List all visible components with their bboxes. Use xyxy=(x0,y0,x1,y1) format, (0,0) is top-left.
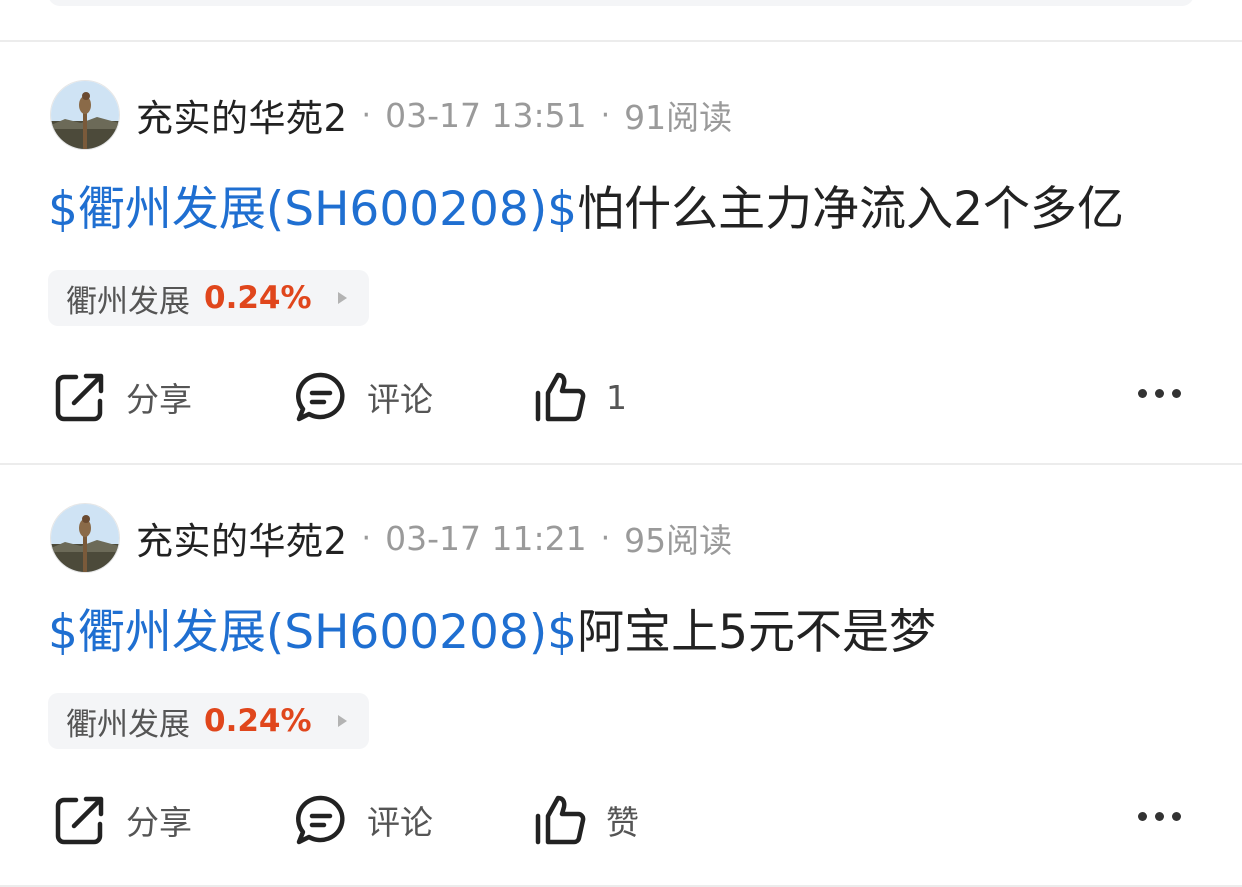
comment-label: 评论 xyxy=(367,380,433,419)
post-card[interactable]: 充实的华苑2 · 03-17 11:21 · 95阅读 $衢州发展(SH6002… xyxy=(0,465,1242,885)
share-label: 分享 xyxy=(126,380,192,419)
play-arrow-icon xyxy=(337,292,347,304)
stock-tag-name: 衢州发展 xyxy=(66,706,190,743)
comment-icon xyxy=(296,372,345,422)
comment-icon xyxy=(296,795,345,845)
stock-link[interactable]: $衢州发展(SH600208)$ xyxy=(48,605,577,660)
read-count: 91阅读 xyxy=(624,98,733,137)
share-label: 分享 xyxy=(126,803,192,842)
post-time: 03-17 13:51 xyxy=(385,95,587,135)
post-header: 充实的华苑2 · 03-17 11:21 · 95阅读 xyxy=(50,503,732,573)
post-header: 充实的华苑2 · 03-17 13:51 · 91阅读 xyxy=(50,80,732,150)
more-icon[interactable] xyxy=(1138,389,1181,398)
read-count: 95阅读 xyxy=(624,521,733,560)
share-icon xyxy=(55,796,104,845)
stock-tag-name: 衢州发展 xyxy=(66,283,190,320)
action-bar: 分享 评论 1 xyxy=(0,367,1242,427)
like-button[interactable]: 赞 xyxy=(532,790,639,850)
avatar[interactable] xyxy=(50,503,120,573)
stock-tag-change: 0.24% xyxy=(204,703,312,739)
stock-link[interactable]: $衢州发展(SH600208)$ xyxy=(48,182,577,237)
share-button[interactable]: 分享 xyxy=(52,790,192,850)
action-bar: 分享 评论 赞 xyxy=(0,790,1242,850)
meta-separator: · xyxy=(361,97,372,133)
comment-label: 评论 xyxy=(367,803,433,842)
like-count: 1 xyxy=(606,377,627,417)
post-card[interactable]: 充实的华苑2 · 03-17 13:51 · 91阅读 $衢州发展(SH6002… xyxy=(0,42,1242,462)
post-time: 03-17 11:21 xyxy=(385,518,587,558)
meta-separator: · xyxy=(600,97,611,133)
meta-separator: · xyxy=(361,520,372,556)
post-body-text: 阿宝上5元不是梦 xyxy=(577,605,936,660)
like-icon xyxy=(535,795,586,845)
stock-tag[interactable]: 衢州发展 0.24% xyxy=(48,693,369,749)
like-label: 赞 xyxy=(606,803,639,842)
post-content[interactable]: $衢州发展(SH600208)$阿宝上5元不是梦 xyxy=(48,603,936,663)
post-body-text: 怕什么主力净流入2个多亿 xyxy=(577,182,1124,237)
meta-separator: · xyxy=(600,520,611,556)
play-arrow-icon xyxy=(337,715,347,727)
stock-tag-change: 0.24% xyxy=(204,280,312,316)
previous-card-bottom xyxy=(48,0,1194,6)
share-button[interactable]: 分享 xyxy=(52,367,192,427)
like-button[interactable]: 1 xyxy=(532,367,627,427)
share-icon xyxy=(55,373,104,422)
username[interactable]: 充实的华苑2 xyxy=(136,511,348,565)
like-icon xyxy=(535,372,586,422)
comment-button[interactable]: 评论 xyxy=(293,367,433,427)
more-icon[interactable] xyxy=(1138,812,1181,821)
comment-button[interactable]: 评论 xyxy=(293,790,433,850)
username[interactable]: 充实的华苑2 xyxy=(136,88,348,142)
post-content[interactable]: $衢州发展(SH600208)$怕什么主力净流入2个多亿 xyxy=(48,180,1124,240)
avatar[interactable] xyxy=(50,80,120,150)
stock-tag[interactable]: 衢州发展 0.24% xyxy=(48,270,369,326)
